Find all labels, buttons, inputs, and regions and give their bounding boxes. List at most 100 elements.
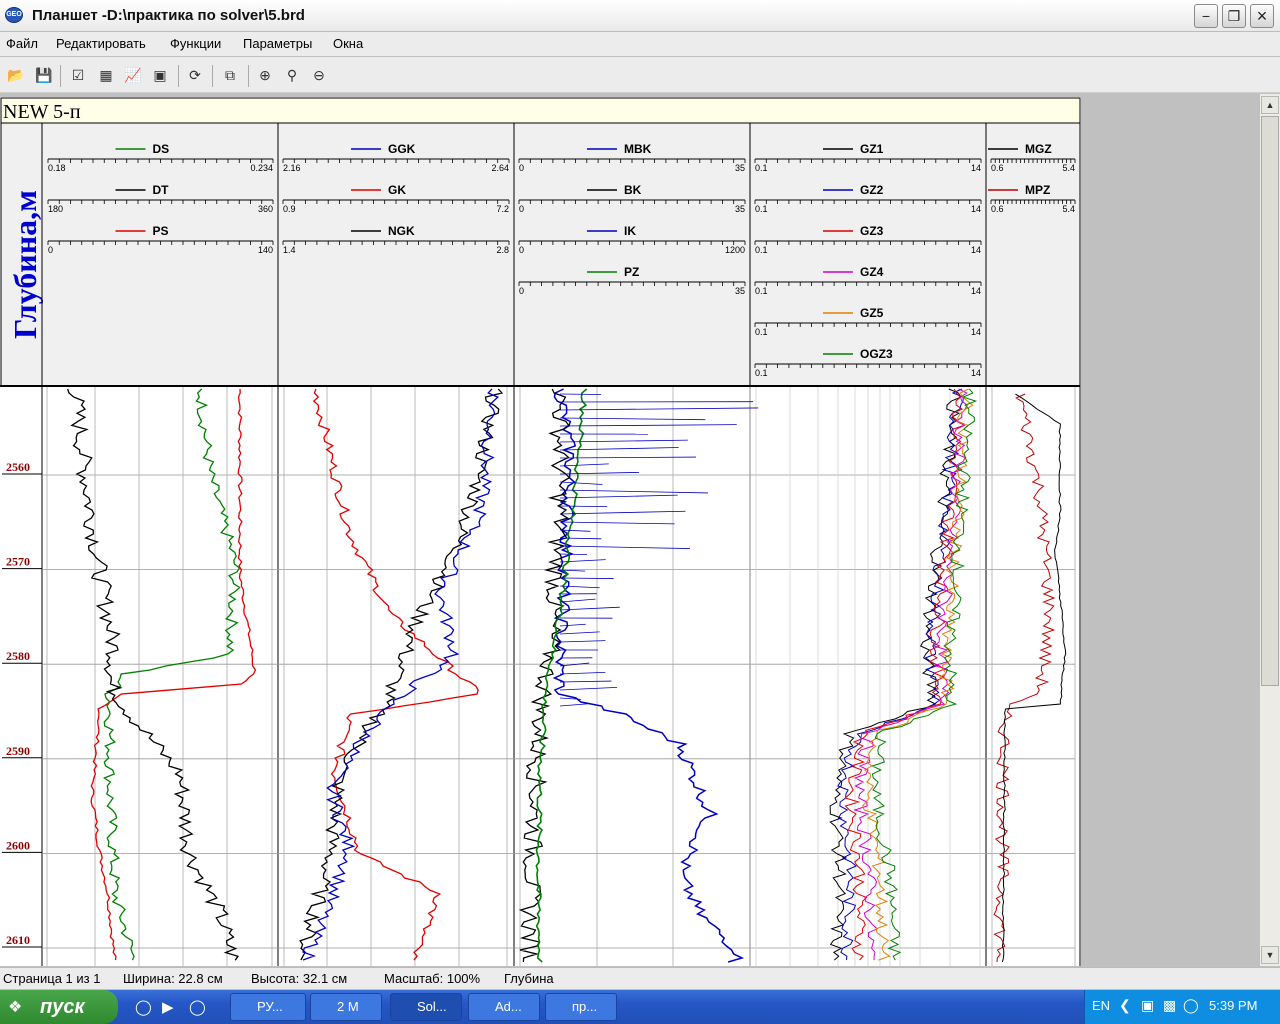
scale-min: 0.1 [755,204,768,214]
curve-name-ogz3: OGZ3 [860,347,893,361]
toolbar-separator [178,65,179,87]
scroll-down-button[interactable]: ▼ [1261,946,1279,964]
scale-min: 180 [48,204,63,214]
curve-name-pz: PZ [624,265,639,279]
scale-max: 5.4 [1062,204,1075,214]
vertical-scrollbar[interactable]: ▲ ▼ [1260,94,1280,966]
system-tray: EN ❮ ▣ ▩ ◯ 5:39 PM [1084,990,1280,1024]
scroll-up-button[interactable]: ▲ [1261,96,1279,114]
status-bar: Страница 1 из 1 Ширина: 22.8 см Высота: … [0,967,1280,989]
canvas-area: NEW 5-п Глубина,м DS 0.18 0.234 DT 180 360 PS 0 14… [0,94,1260,966]
scale-max: 35 [735,204,745,214]
scale-max: 14 [971,327,981,337]
scroll-thumb[interactable] [1261,116,1279,686]
depth-tick-label: 2600 [6,838,30,852]
task-acrobat[interactable]: Ad... [468,993,540,1021]
status-page: Страница 1 из 1 [3,971,101,986]
scale-min: 0.1 [755,163,768,173]
checklist-icon[interactable]: ☑ [68,65,88,85]
curve-name-gk: GK [388,183,406,197]
ie-icon[interactable]: ◯ [135,998,152,1016]
task-label: пр... [572,999,598,1014]
scale-max: 2.8 [496,245,509,255]
browser-icon[interactable]: ◯ [189,998,206,1016]
curve-name-gz2: GZ2 [860,183,884,197]
title-bar: GEO Планшет -D:\практика по solver\5.brd… [0,0,1280,32]
scale-max: 14 [971,245,981,255]
task-word[interactable]: РУ... [230,993,306,1021]
acrobat-tray-icon[interactable]: ◯ [1183,997,1199,1014]
network-icon[interactable]: ▣ [1141,997,1154,1014]
chart-icon[interactable]: 📈 [123,65,143,85]
taskbar: пуск ❖ ◯ ▶ ◯ РУ... 2 M Sol... Ad... пр..… [0,990,1280,1024]
zoom-in-icon[interactable]: ⊕ [255,65,275,85]
scale-max: 140 [258,245,273,255]
scale-min: 0.1 [755,286,768,296]
curve-name-bk: BK [624,183,642,197]
toolbar-separator [60,65,61,87]
zoom-icon[interactable]: ⚲ [282,65,302,85]
window-title: Планшет -D:\практика по solver\5.brd [32,7,305,24]
header-panel [0,122,1081,387]
status-mode: Глубина [504,971,554,986]
curve-name-mgz: MGZ [1025,142,1052,156]
depth-tick-label: 2590 [6,744,30,758]
menu-parameters[interactable]: Параметры [243,36,312,51]
save-icon[interactable]: 💾 [34,65,54,85]
scale-max: 7.2 [496,204,509,214]
scale-min: 0.18 [48,163,66,173]
scale-max: 0.234 [250,163,273,173]
scale-min: 0 [519,163,524,173]
mbk-spike [559,393,602,395]
scale-min: 0 [519,286,524,296]
start-label: пуск [40,996,85,1018]
curve-name-gz5: GZ5 [860,306,884,320]
maximize-button[interactable]: ❐ [1222,4,1246,28]
depth-tick-label: 2580 [6,649,30,663]
task-folder[interactable]: пр... [545,993,617,1021]
depth-axis-label: Глубина,м [7,190,43,339]
well-log-plot[interactable]: NEW 5-п Глубина,м DS 0.18 0.234 DT 180 360 PS 0 14… [0,94,1082,966]
status-scale: Масштаб: 100% [384,971,481,986]
language-indicator[interactable]: EN [1092,998,1110,1013]
copy-icon[interactable]: ⧉ [220,65,240,85]
well-name-bar [0,97,1081,124]
curve-name-ggk: GGK [388,142,416,156]
update-icon[interactable]: ▩ [1163,997,1176,1014]
task-solver[interactable]: Sol... [390,993,462,1021]
depth-tick-label: 2570 [6,555,30,569]
tray-arrow-icon[interactable]: ❮ [1119,997,1131,1014]
scale-min: 0.6 [991,163,1004,173]
scale-max: 2.64 [491,163,509,173]
curve-name-gz4: GZ4 [860,265,884,279]
scale-max: 35 [735,286,745,296]
clock: 5:39 PM [1209,998,1258,1013]
depth-tick-label: 2560 [6,460,30,474]
menu-file[interactable]: Файл [6,36,38,51]
menu-bar: Файл Редактировать Функции Параметры Окн… [0,32,1280,56]
task-label: 2 M [337,999,359,1014]
menu-functions[interactable]: Функции [170,36,221,51]
curve-name-ds: DS [153,142,170,156]
task-excel[interactable]: 2 M [310,993,382,1021]
refresh-icon[interactable]: ⟳ [185,65,205,85]
minimize-button[interactable]: − [1194,4,1218,28]
curve-name-dt: DT [153,183,170,197]
curve-name-ps: PS [153,224,169,238]
zoom-out-icon[interactable]: ⊖ [309,65,329,85]
status-height: Высота: 32.1 см [251,971,348,986]
scale-max: 14 [971,286,981,296]
scale-min: 0.1 [755,245,768,255]
close-button[interactable]: × [1250,4,1274,28]
menu-edit[interactable]: Редактировать [56,36,146,51]
scale-min: 0.6 [991,204,1004,214]
scale-max: 1200 [725,245,745,255]
open-icon[interactable]: 📂 [6,65,26,85]
scale-min: 2.16 [283,163,301,173]
table-icon[interactable]: ▦ [96,65,116,85]
well-name: NEW 5-п [3,101,81,123]
scale-min: 0 [519,204,524,214]
image-icon[interactable]: ▣ [150,65,170,85]
menu-windows[interactable]: Окна [333,36,363,51]
media-player-icon[interactable]: ▶ [162,998,174,1016]
